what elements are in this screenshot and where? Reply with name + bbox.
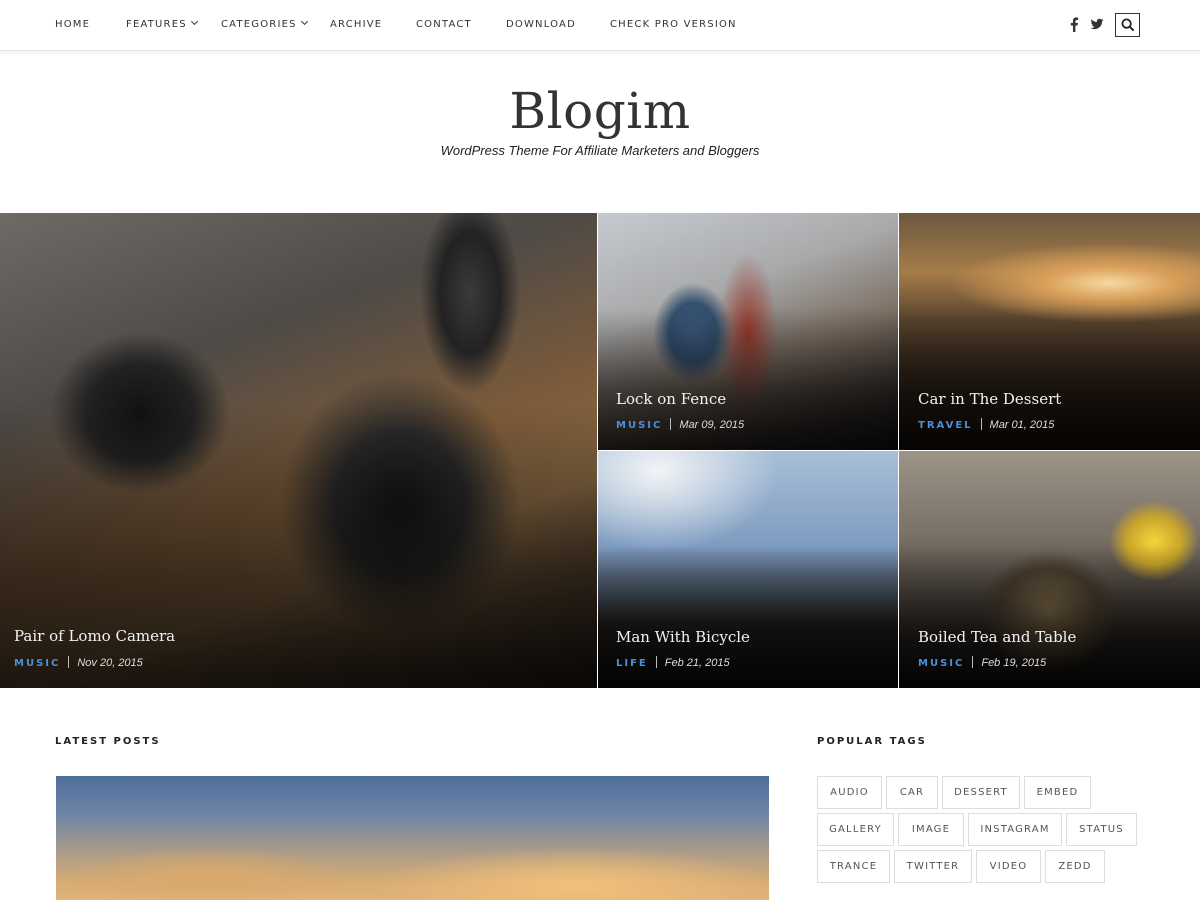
nav-label: CATEGORIES [221, 19, 297, 30]
tag-image[interactable]: IMAGE [898, 813, 964, 846]
search-button[interactable] [1115, 13, 1140, 37]
featured-meta: MUSIC Nov 20, 2015 [14, 656, 143, 669]
featured-title[interactable]: Pair of Lomo Camera [14, 627, 175, 645]
featured-title[interactable]: Man With Bicycle [616, 628, 750, 646]
meta-divider [670, 418, 672, 430]
tag-audio[interactable]: AUDIO [817, 776, 882, 809]
featured-title[interactable]: Lock on Fence [616, 390, 726, 408]
featured-date: Mar 09, 2015 [679, 419, 745, 431]
meta-divider [980, 418, 982, 430]
featured-meta: LIFE Feb 21, 2015 [616, 656, 730, 669]
latest-post-image[interactable] [56, 776, 769, 900]
featured-category[interactable]: MUSIC [616, 420, 662, 431]
featured-category[interactable]: MUSIC [918, 658, 964, 669]
featured-meta: TRAVEL Mar 01, 2015 [918, 418, 1054, 431]
featured-category[interactable]: LIFE [616, 658, 648, 669]
nav-label: HOME [55, 19, 91, 30]
popular-tags-heading: POPULAR TAGS [817, 736, 927, 747]
tag-twitter[interactable]: TWITTER [894, 850, 972, 883]
featured-post[interactable]: Pair of Lomo Camera MUSIC Nov 20, 2015 [0, 213, 597, 688]
featured-title[interactable]: Car in The Dessert [918, 390, 1061, 408]
nav-label: CONTACT [416, 19, 472, 30]
facebook-icon[interactable] [1069, 17, 1083, 33]
featured-post[interactable]: Car in The Dessert TRAVEL Mar 01, 2015 [899, 213, 1200, 450]
featured-category[interactable]: MUSIC [14, 658, 60, 669]
nav-label: CHECK PRO VERSION [610, 19, 737, 30]
featured-date: Mar 01, 2015 [989, 419, 1055, 431]
tag-instagram[interactable]: INSTAGRAM [968, 813, 1062, 846]
featured-meta: MUSIC Mar 09, 2015 [616, 418, 744, 431]
meta-divider [68, 656, 70, 668]
featured-post[interactable]: Lock on Fence MUSIC Mar 09, 2015 [598, 213, 898, 450]
nav-label: FEATURES [126, 19, 187, 30]
nav-item-contact[interactable]: CONTACT [416, 19, 472, 30]
featured-category[interactable]: TRAVEL [918, 420, 973, 431]
nav-item-categories[interactable]: CATEGORIES [221, 17, 308, 30]
top-navigation: HOME FEATURES CATEGORIES ARCHIVE CONTACT… [0, 0, 1200, 51]
tag-trance[interactable]: TRANCE [817, 850, 890, 883]
meta-divider [655, 656, 657, 668]
twitter-icon[interactable] [1090, 17, 1106, 33]
nav-label: DOWNLOAD [506, 19, 576, 30]
tag-gallery[interactable]: GALLERY [817, 813, 894, 846]
featured-post[interactable]: Man With Bicycle LIFE Feb 21, 2015 [598, 451, 898, 688]
latest-posts-heading: LATEST POSTS [55, 736, 161, 747]
meta-divider [972, 656, 974, 668]
nav-item-home[interactable]: HOME [55, 19, 90, 30]
featured-title[interactable]: Boiled Tea and Table [918, 628, 1076, 646]
tag-status[interactable]: STATUS [1066, 813, 1137, 846]
tag-embed[interactable]: EMBED [1024, 776, 1091, 809]
tag-car[interactable]: CAR [886, 776, 938, 809]
nav-item-download[interactable]: DOWNLOAD [506, 19, 576, 30]
chevron-down-icon [300, 17, 308, 26]
tag-dessert[interactable]: DESSERT [942, 776, 1020, 809]
featured-meta: MUSIC Feb 19, 2015 [918, 656, 1046, 669]
nav-item-features[interactable]: FEATURES [126, 17, 198, 30]
nav-item-archive[interactable]: ARCHIVE [330, 19, 382, 30]
featured-date: Nov 20, 2015 [77, 657, 143, 669]
site-title[interactable]: Blogim [0, 82, 1200, 140]
tag-video[interactable]: VIDEO [976, 850, 1041, 883]
nav-item-check-pro-version[interactable]: CHECK PRO VERSION [610, 19, 737, 30]
nav-label: ARCHIVE [330, 19, 383, 30]
featured-post[interactable]: Boiled Tea and Table MUSIC Feb 19, 2015 [899, 451, 1200, 688]
chevron-down-icon [190, 17, 198, 26]
featured-date: Feb 21, 2015 [664, 657, 730, 669]
featured-date: Feb 19, 2015 [981, 657, 1047, 669]
site-tagline: WordPress Theme For Affiliate Marketers … [440, 143, 760, 158]
tag-zedd[interactable]: ZEDD [1045, 850, 1105, 883]
search-icon [1121, 18, 1135, 32]
